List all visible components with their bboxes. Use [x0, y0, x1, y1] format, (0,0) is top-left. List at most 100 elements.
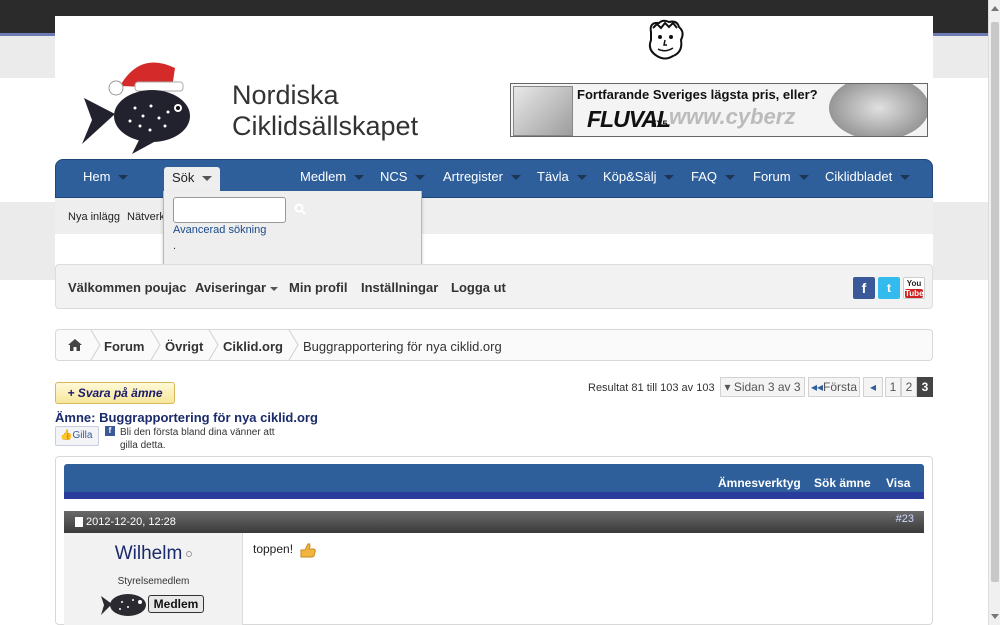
- chevron-down-icon: [664, 175, 675, 181]
- nav-forum-label: Forum: [753, 169, 791, 184]
- previous-page-button[interactable]: ◂: [863, 377, 883, 397]
- nav-medlem-label: Medlem: [300, 169, 347, 184]
- advertisement-banner[interactable]: Fortfarande Sveriges lägsta pris, eller?…: [510, 83, 928, 137]
- product-image: [513, 86, 573, 136]
- nav-sok-label: Sök: [172, 170, 195, 185]
- offline-status-icon: [186, 550, 193, 557]
- chevron-down-icon: [798, 175, 809, 181]
- user-title: Styrelsemedlem: [117, 576, 190, 587]
- vertical-scrollbar[interactable]: [988, 0, 1000, 625]
- breadcrumb-separator-icon: [288, 330, 299, 360]
- rank-fish-icon: [101, 594, 146, 616]
- search-thread-menu[interactable]: Sök ämne: [814, 476, 871, 490]
- search-input[interactable]: [173, 197, 286, 223]
- banner-model: FX5: [651, 119, 668, 129]
- topic-title-link[interactable]: Buggrapportering för nya ciklid.org: [99, 410, 318, 425]
- post-user-info: Wilhelm Styrelsemedlem Medlem: [64, 533, 243, 625]
- breadcrumb-separator-icon: [90, 330, 101, 360]
- search-dropdown: Avancerad sökning .: [163, 191, 422, 273]
- my-profile-link[interactable]: Min profil: [289, 280, 348, 295]
- twitter-icon[interactable]: t: [878, 277, 900, 299]
- breadcrumb-current: Buggrapportering för nya ciklid.org: [303, 339, 502, 354]
- chevron-down-icon: [270, 286, 279, 291]
- post-text: toppen!: [253, 542, 294, 557]
- first-page-label: Första: [823, 380, 858, 394]
- banner-headline: Fortfarande Sveriges lägsta pris, eller?: [577, 87, 818, 102]
- nav-forum[interactable]: Forum: [753, 169, 809, 184]
- nav-hem[interactable]: Hem: [83, 169, 129, 184]
- thumbs-up-icon: [300, 543, 317, 558]
- page-2-button[interactable]: 2: [901, 377, 917, 397]
- reply-to-topic-button[interactable]: + Svara på ämne: [55, 382, 175, 404]
- notifications-menu[interactable]: Aviseringar: [195, 280, 279, 295]
- page-1-button[interactable]: 1: [885, 377, 901, 397]
- nav-sok[interactable]: Sök: [164, 167, 221, 191]
- fish-logo-icon[interactable]: [80, 46, 220, 156]
- display-menu[interactable]: Visa: [886, 476, 910, 490]
- nav-artregister-label: Artregister: [443, 169, 503, 184]
- breadcrumb-forum[interactable]: Forum: [104, 339, 144, 354]
- facebook-like-button[interactable]: 👍Gilla: [55, 426, 99, 446]
- chevron-down-icon: [118, 175, 129, 181]
- subnav-nya-inlagg[interactable]: Nya inlägg: [68, 211, 120, 223]
- post-header: 2012-12-20, 12:28 #23: [64, 511, 924, 533]
- banner-product-disc: [829, 84, 927, 136]
- like-label: Gilla: [72, 430, 93, 441]
- user-bar: Välkommen poujac Aviseringar Min profil …: [55, 264, 933, 309]
- logout-link[interactable]: Logga ut: [451, 280, 506, 295]
- username-link[interactable]: Wilhelm: [64, 543, 243, 565]
- site-title[interactable]: Nordiska Ciklidsällskapet: [232, 80, 418, 142]
- first-page-button[interactable]: ◂◂Första: [808, 377, 860, 397]
- nav-ncs[interactable]: NCS: [380, 169, 426, 184]
- chevron-down-icon: [576, 175, 587, 181]
- topic-heading: Ämne: Buggrapportering för nya ciklid.or…: [55, 410, 318, 425]
- nav-tavla[interactable]: Tävla: [537, 169, 587, 184]
- chevron-down-icon: [510, 175, 521, 181]
- page-jump-dropdown[interactable]: ▾ Sidan 3 av 3: [720, 377, 805, 397]
- thread-tools-menu[interactable]: Ämnesverktyg: [718, 476, 801, 490]
- breadcrumb-separator-icon: [208, 330, 219, 360]
- nav-faq-label: FAQ: [691, 169, 718, 184]
- banner-watermark: www.cyberz: [669, 104, 796, 129]
- thread-tools-bar: Ämnesverktyg Sök ämne Visa: [64, 464, 924, 499]
- site-title-line1: Nordiska: [232, 80, 339, 110]
- site-title-line2: Ciklidsällskapet: [232, 111, 419, 141]
- scroll-down-icon[interactable]: [991, 614, 999, 619]
- settings-link[interactable]: Inställningar: [361, 280, 438, 295]
- rank-badge: Medlem: [100, 590, 205, 618]
- post-number-link[interactable]: #23: [896, 513, 914, 525]
- nav-ciklidbladet[interactable]: Ciklidbladet: [825, 169, 911, 184]
- nav-medlem[interactable]: Medlem: [300, 169, 365, 184]
- post-date: 2012-12-20, 12:28: [86, 516, 176, 528]
- welcome-user[interactable]: Välkommen poujac: [68, 280, 186, 295]
- chevron-down-icon: ▾: [724, 380, 734, 394]
- rank-label: Medlem: [148, 595, 204, 613]
- notifications-label: Aviseringar: [195, 280, 267, 295]
- page-container: Nordiska Ciklidsällskapet Fortfarande Sv…: [55, 16, 933, 625]
- search-icon[interactable]: [294, 203, 306, 215]
- nav-kop-salj[interactable]: Köp&Sälj: [603, 169, 675, 184]
- breadcrumb-ciklid-org[interactable]: Ciklid.org: [223, 339, 283, 354]
- nav-artregister[interactable]: Artregister: [443, 169, 521, 184]
- results-count: Resultat 81 till 103 av 103: [588, 382, 715, 394]
- facebook-small-icon: f: [105, 426, 115, 436]
- nav-ciklidbladet-label: Ciklidbladet: [825, 169, 893, 184]
- nav-faq[interactable]: FAQ: [691, 169, 736, 184]
- advanced-search-link[interactable]: Avancerad sökning: [173, 224, 266, 236]
- facebook-icon[interactable]: f: [853, 277, 875, 299]
- page-3-current: 3: [917, 377, 933, 397]
- nav-hem-label: Hem: [83, 169, 111, 184]
- subnav-natverk[interactable]: Nätverk: [127, 211, 165, 223]
- chevron-down-icon: [354, 175, 365, 181]
- scroll-up-icon[interactable]: [991, 6, 999, 11]
- nav-ncs-label: NCS: [380, 169, 408, 184]
- breadcrumb-separator-icon: [150, 330, 161, 360]
- username-label: Wilhelm: [114, 543, 183, 564]
- breadcrumb-ovrigt[interactable]: Övrigt: [165, 339, 203, 354]
- like-social-text: Bli den första bland dina vänner att gil…: [120, 427, 275, 451]
- youtube-icon[interactable]: You Tube: [903, 277, 925, 299]
- breadcrumb: Forum Övrigt Ciklid.org Buggrapportering…: [55, 329, 933, 361]
- scrollbar-thumb[interactable]: [991, 22, 999, 582]
- home-icon[interactable]: [68, 339, 82, 351]
- chevron-down-icon: [202, 176, 213, 182]
